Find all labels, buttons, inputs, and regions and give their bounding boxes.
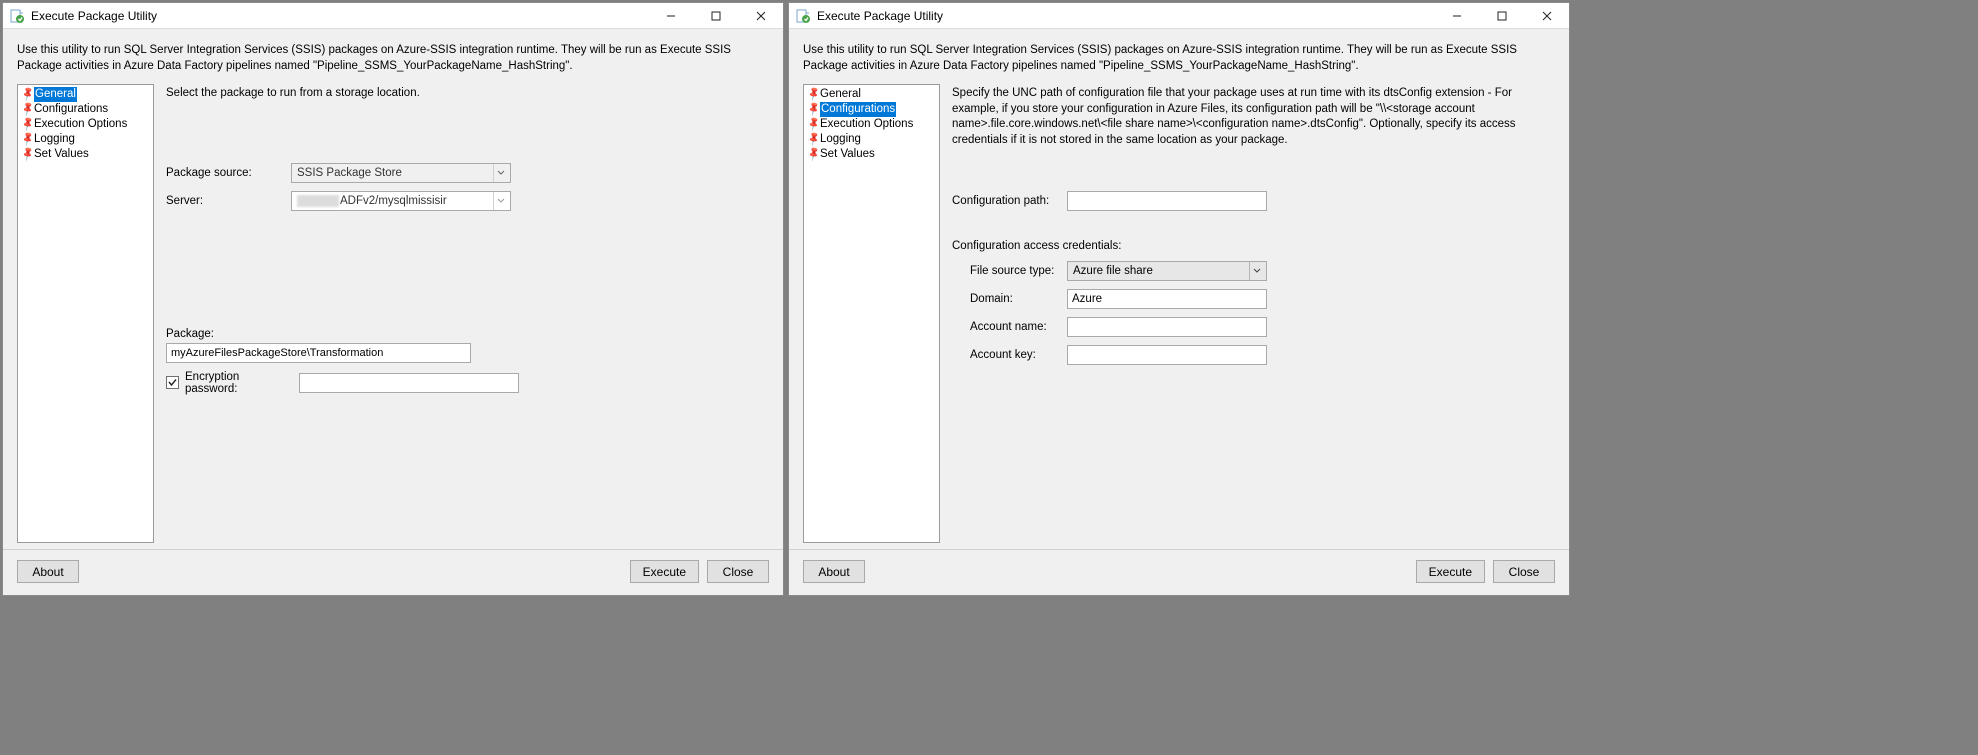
intro-text: Use this utility to run SQL Server Integ…	[803, 43, 1555, 74]
nav-item-general[interactable]: 📌 General	[804, 87, 939, 102]
nav-item-logging[interactable]: 📌 Logging	[804, 132, 939, 147]
file-source-type-combo[interactable]: Azure file share	[1067, 261, 1267, 281]
encryption-label: Encryption password:	[185, 371, 293, 395]
nav-tree: 📌 General 📌 Configurations 📌 Execution O…	[803, 84, 940, 543]
domain-label: Domain:	[970, 293, 1067, 305]
close-button[interactable]	[738, 3, 783, 29]
nav-item-label: Set Values	[34, 147, 89, 162]
nav-item-label: General	[34, 87, 77, 102]
pane-description: Specify the UNC path of configuration fi…	[952, 86, 1555, 148]
titlebar: Execute Package Utility	[789, 3, 1569, 29]
nav-item-execution-options[interactable]: 📌 Execution Options	[804, 117, 939, 132]
execute-button[interactable]: Execute	[630, 560, 699, 583]
package-source-combo[interactable]: SSIS Package Store	[291, 163, 511, 183]
server-combo[interactable]: ADFv2/mysqlmissisir	[291, 191, 511, 211]
nav-tree: 📌 General 📌 Configurations 📌 Execution O…	[17, 84, 154, 543]
configurations-pane: Specify the UNC path of configuration fi…	[952, 84, 1555, 543]
account-key-input[interactable]	[1067, 345, 1267, 365]
general-pane: Select the package to run from a storage…	[166, 84, 769, 543]
server-label: Server:	[166, 195, 291, 207]
about-button[interactable]: About	[17, 560, 79, 583]
encryption-checkbox[interactable]	[166, 376, 179, 389]
chevron-down-icon	[493, 164, 508, 182]
combo-value: SSIS Package Store	[297, 167, 402, 179]
package-input[interactable]	[166, 343, 471, 363]
footer: About Execute Close	[789, 549, 1569, 595]
config-path-label: Configuration path:	[952, 195, 1067, 207]
redacted-text	[297, 195, 339, 207]
package-label: Package:	[166, 328, 769, 340]
file-source-type-label: File source type:	[970, 265, 1067, 277]
nav-item-set-values[interactable]: 📌 Set Values	[18, 147, 153, 162]
window-title: Execute Package Utility	[31, 9, 157, 23]
app-icon	[795, 8, 811, 24]
nav-item-label: Configurations	[820, 102, 896, 117]
intro-text: Use this utility to run SQL Server Integ…	[17, 43, 769, 74]
maximize-button[interactable]	[693, 3, 738, 29]
nav-item-set-values[interactable]: 📌 Set Values	[804, 147, 939, 162]
chevron-down-icon	[1249, 262, 1264, 280]
titlebar: Execute Package Utility	[3, 3, 783, 29]
encryption-password-input[interactable]	[299, 373, 519, 393]
nav-item-execution-options[interactable]: 📌 Execution Options	[18, 117, 153, 132]
about-button[interactable]: About	[803, 560, 865, 583]
window-configurations: Execute Package Utility Use this utility…	[788, 2, 1570, 596]
nav-item-label: General	[820, 87, 861, 102]
package-source-label: Package source:	[166, 167, 291, 179]
app-icon	[9, 8, 25, 24]
combo-value: Azure file share	[1073, 265, 1153, 277]
close-dialog-button[interactable]: Close	[1493, 560, 1555, 583]
nav-item-label: Execution Options	[820, 117, 913, 132]
nav-item-label: Logging	[820, 132, 861, 147]
close-button[interactable]	[1524, 3, 1569, 29]
window-title: Execute Package Utility	[817, 9, 943, 23]
nav-item-label: Set Values	[820, 147, 875, 162]
pane-description: Select the package to run from a storage…	[166, 86, 769, 102]
config-path-input[interactable]	[1067, 191, 1267, 211]
minimize-button[interactable]	[648, 3, 693, 29]
credentials-header: Configuration access credentials:	[952, 240, 1555, 252]
account-name-input[interactable]	[1067, 317, 1267, 337]
close-dialog-button[interactable]: Close	[707, 560, 769, 583]
window-general: Execute Package Utility Use this utility…	[2, 2, 784, 596]
footer: About Execute Close	[3, 549, 783, 595]
execute-button[interactable]: Execute	[1416, 560, 1485, 583]
nav-item-configurations[interactable]: 📌 Configurations	[18, 102, 153, 117]
nav-item-label: Execution Options	[34, 117, 127, 132]
nav-item-label: Configurations	[34, 102, 108, 117]
account-name-label: Account name:	[970, 321, 1067, 333]
nav-item-label: Logging	[34, 132, 75, 147]
minimize-button[interactable]	[1434, 3, 1479, 29]
chevron-down-icon	[493, 192, 508, 210]
nav-item-configurations[interactable]: 📌 Configurations	[804, 102, 939, 117]
account-key-label: Account key:	[970, 349, 1067, 361]
nav-item-general[interactable]: 📌 General	[18, 87, 153, 102]
domain-input[interactable]	[1067, 289, 1267, 309]
combo-value: ADFv2/mysqlmissisir	[297, 195, 447, 207]
nav-item-logging[interactable]: 📌 Logging	[18, 132, 153, 147]
maximize-button[interactable]	[1479, 3, 1524, 29]
